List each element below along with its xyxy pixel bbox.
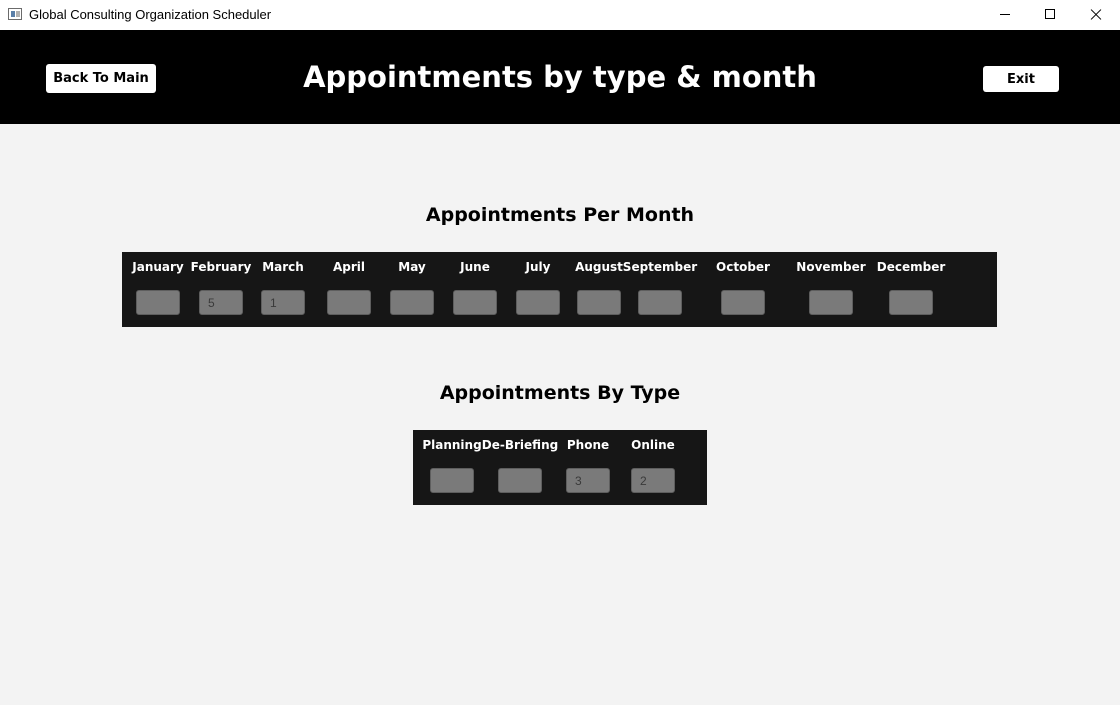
month-label: July xyxy=(525,260,551,274)
month-count-field[interactable] xyxy=(136,290,180,315)
month-label: June xyxy=(460,260,490,274)
type-count-field[interactable]: 2 xyxy=(631,468,675,493)
month-count-field[interactable] xyxy=(577,290,621,315)
month-label: February xyxy=(190,260,252,274)
type-label: De-Briefing xyxy=(481,438,559,452)
month-label: January xyxy=(132,260,184,274)
month-label: September xyxy=(622,260,698,274)
minimize-icon[interactable] xyxy=(982,0,1028,30)
months-heading: Appointments Per Month xyxy=(425,204,695,226)
month-label: March xyxy=(262,260,304,274)
page-title: Appointments by type & month xyxy=(303,60,817,94)
month-count-field[interactable] xyxy=(889,290,933,315)
month-label: May xyxy=(398,260,426,274)
header-bar: Back To Main Appointments by type & mont… xyxy=(0,30,1120,124)
month-label: November xyxy=(796,260,866,274)
month-count-field[interactable] xyxy=(809,290,853,315)
month-label: October xyxy=(716,260,770,274)
month-count-field[interactable] xyxy=(390,290,434,315)
month-label: April xyxy=(332,260,366,274)
month-label: August xyxy=(575,260,623,274)
close-icon[interactable] xyxy=(1073,0,1119,30)
month-count-field[interactable] xyxy=(638,290,682,315)
maximize-icon[interactable] xyxy=(1027,0,1073,30)
month-count-field[interactable] xyxy=(721,290,765,315)
month-count-field[interactable] xyxy=(327,290,371,315)
type-count-field[interactable] xyxy=(430,468,474,493)
month-count-field[interactable] xyxy=(516,290,560,315)
window-title: Global Consulting Organization Scheduler xyxy=(29,7,272,22)
months-panel: January February 5 March 1 April May Jun… xyxy=(122,252,997,327)
types-heading: Appointments By Type xyxy=(439,382,681,404)
exit-button[interactable]: Exit xyxy=(983,66,1059,92)
month-count-field[interactable]: 5 xyxy=(199,290,243,315)
type-count-field[interactable]: 3 xyxy=(566,468,610,493)
month-label: December xyxy=(876,260,946,274)
app-window-icon xyxy=(8,8,22,20)
month-count-field[interactable]: 1 xyxy=(261,290,305,315)
month-count-field[interactable] xyxy=(453,290,497,315)
type-label: Phone xyxy=(566,438,610,452)
type-label: Planning xyxy=(422,438,482,452)
type-label: Online xyxy=(631,438,675,452)
type-count-field[interactable] xyxy=(498,468,542,493)
window-titlebar: Global Consulting Organization Scheduler xyxy=(0,0,1120,30)
types-panel: Planning De-Briefing Phone 3 Online 2 xyxy=(413,430,707,505)
